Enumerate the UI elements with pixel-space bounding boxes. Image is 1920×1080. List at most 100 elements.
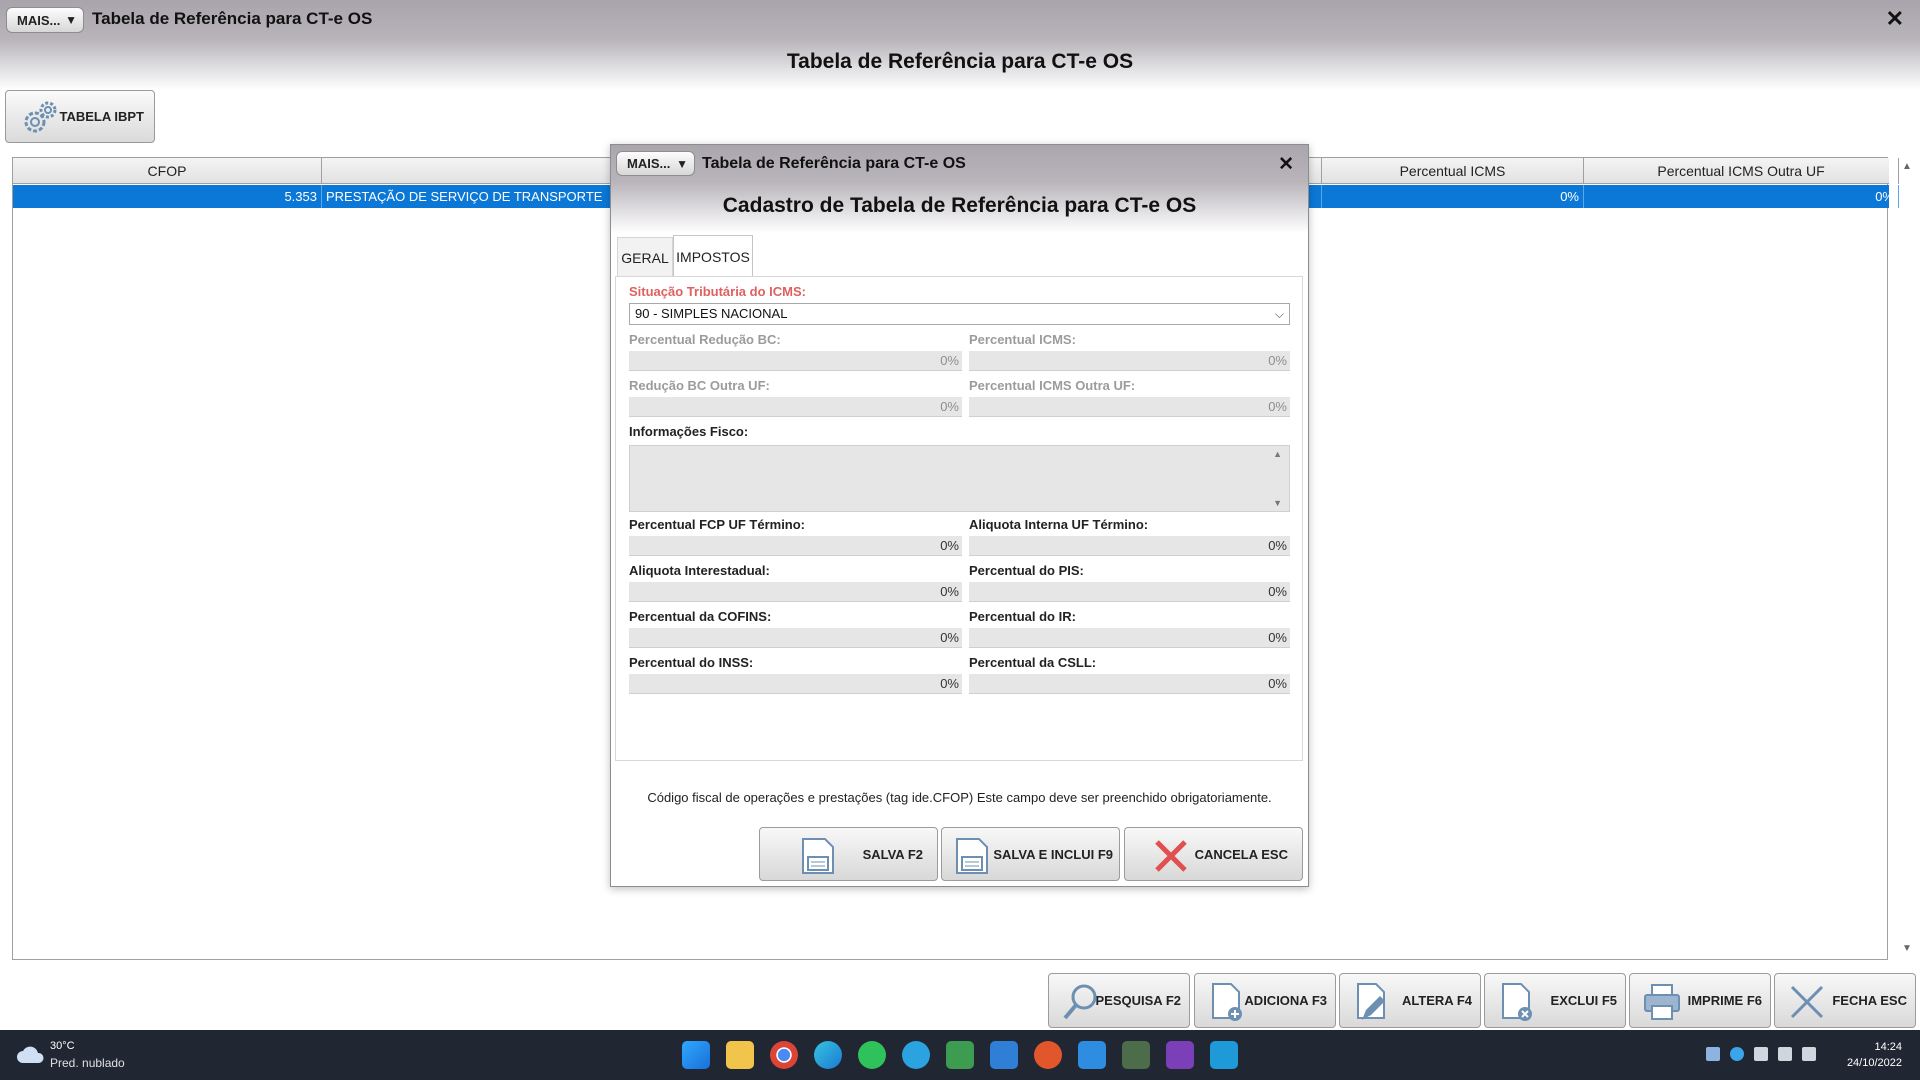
- cancela-label: CANCELA ESC: [1194, 846, 1288, 862]
- window-title: Tabela de Referência para CT-e OS: [92, 9, 373, 28]
- tray-shield-icon[interactable]: [1730, 1047, 1744, 1061]
- cell-percentual-icms: 0%: [1322, 185, 1584, 208]
- tray-battery-icon[interactable]: [1754, 1047, 1768, 1061]
- pesquisa-button[interactable]: PESQUISA F2: [1048, 973, 1190, 1028]
- percentual-cofins-field[interactable]: 0%: [629, 628, 962, 648]
- close-icon: [1790, 985, 1824, 1019]
- add-document-icon: [1212, 983, 1242, 1021]
- situacao-tributaria-value: 90 - SIMPLES NACIONAL: [635, 306, 788, 321]
- aliquota-interna-uf-termino-label: Aliquota Interna UF Término:: [969, 517, 1149, 532]
- percentual-pis-label: Percentual do PIS:: [969, 563, 1084, 578]
- fcp-uf-termino-label: Percentual FCP UF Término:: [629, 517, 806, 532]
- fecha-label: FECHA ESC: [1832, 993, 1907, 1008]
- edge-icon[interactable]: [814, 1041, 842, 1069]
- whatsapp-icon[interactable]: [858, 1041, 886, 1069]
- exclui-label: EXCLUI F5: [1550, 993, 1617, 1008]
- tabela-ibpt-button[interactable]: TABELA IBPT: [5, 90, 155, 143]
- chevron-down-icon[interactable]: ⌵: [1275, 304, 1284, 324]
- media-icon[interactable]: [1166, 1041, 1194, 1069]
- mais-menu-button[interactable]: MAIS... ▼: [6, 7, 84, 33]
- cancela-button[interactable]: CANCELA ESC: [1124, 827, 1303, 881]
- weather-description[interactable]: Pred. nublado: [50, 1056, 125, 1070]
- imprime-button[interactable]: IMPRIME F6: [1629, 973, 1771, 1028]
- caret-down-icon: ▼: [65, 13, 77, 27]
- tray-volume-icon[interactable]: [1802, 1047, 1816, 1061]
- informacoes-fisco-textarea[interactable]: ▲ ▼: [629, 445, 1290, 512]
- save-document-icon: [956, 838, 988, 874]
- window-app-icon[interactable]: [1210, 1041, 1238, 1069]
- reducao-bc-outra-uf-field[interactable]: 0%: [629, 397, 962, 417]
- percentual-cofins-label: Percentual da COFINS:: [629, 609, 772, 624]
- column-header-cfop[interactable]: CFOP: [13, 158, 322, 184]
- notes-icon[interactable]: [1078, 1041, 1106, 1069]
- close-icon[interactable]: ✕: [1886, 6, 1904, 32]
- save-document-icon: [802, 838, 834, 874]
- column-header-percentual-icms-outra-uf[interactable]: Percentual ICMS Outra UF: [1584, 158, 1899, 184]
- cancel-icon: [1155, 840, 1187, 872]
- percentual-icms-outra-uf-field[interactable]: 0%: [969, 397, 1290, 417]
- erp-app-icon[interactable]: [1122, 1041, 1150, 1069]
- salva-e-inclui-label: SALVA E INCLUI F9: [993, 846, 1113, 862]
- percentual-inss-label: Percentual do INSS:: [629, 655, 754, 670]
- informacoes-fisco-label: Informações Fisco:: [629, 424, 749, 439]
- salva-button[interactable]: SALVA F2: [759, 827, 938, 881]
- altera-button[interactable]: ALTERA F4: [1339, 973, 1481, 1028]
- adiciona-button[interactable]: ADICIONA F3: [1194, 973, 1336, 1028]
- exclui-button[interactable]: EXCLUI F5: [1484, 973, 1626, 1028]
- percentual-csll-field[interactable]: 0%: [969, 674, 1290, 694]
- gear-icon: [24, 101, 57, 133]
- scroll-up-icon[interactable]: ▲: [1902, 161, 1912, 172]
- scroll-down-icon[interactable]: ▼: [1902, 943, 1912, 954]
- main-titlebar: MAIS... ▼ Tabela de Referência para CT-e…: [0, 0, 1920, 40]
- percentual-pis-field[interactable]: 0%: [969, 582, 1290, 602]
- reducao-bc-field[interactable]: 0%: [629, 351, 962, 371]
- grid-scrollbar[interactable]: ▲ ▼: [1896, 157, 1920, 960]
- spreadsheet-icon[interactable]: [946, 1041, 974, 1069]
- app-orange-icon[interactable]: [1034, 1041, 1062, 1069]
- salva-e-inclui-button[interactable]: SALVA E INCLUI F9: [941, 827, 1120, 881]
- percentual-icms-outra-uf-label: Percentual ICMS Outra UF:: [969, 378, 1136, 393]
- tray-chevron-icon[interactable]: [1706, 1047, 1720, 1061]
- fecha-button[interactable]: FECHA ESC: [1774, 973, 1916, 1028]
- file-explorer-icon[interactable]: [726, 1041, 754, 1069]
- cloud-icon: [17, 1046, 44, 1063]
- clock-date[interactable]: 24/10/2022: [1847, 1057, 1902, 1069]
- telegram-icon[interactable]: [902, 1041, 930, 1069]
- cell-cfop: 5.353: [13, 185, 322, 208]
- tabela-ibpt-label: TABELA IBPT: [59, 109, 145, 124]
- percentual-ir-field[interactable]: 0%: [969, 628, 1290, 648]
- reducao-bc-label: Percentual Redução BC:: [629, 332, 781, 347]
- mail-icon[interactable]: [990, 1041, 1018, 1069]
- start-icon[interactable]: [682, 1041, 710, 1069]
- chrome-icon[interactable]: [770, 1041, 798, 1069]
- pesquisa-label: PESQUISA F2: [1095, 993, 1181, 1008]
- percentual-inss-field[interactable]: 0%: [629, 674, 962, 694]
- tab-impostos[interactable]: IMPOSTOS: [673, 235, 753, 277]
- dialog-heading: Cadastro de Tabela de Referência para CT…: [722, 194, 1197, 217]
- scroll-down-icon[interactable]: ▼: [1273, 498, 1282, 508]
- dialog-close-icon[interactable]: ✕: [1278, 153, 1294, 176]
- cadastro-dialog: MAIS... ▼ Tabela de Referência para CT-e…: [610, 144, 1309, 887]
- salva-label: SALVA F2: [862, 846, 923, 862]
- dialog-title: Tabela de Referência para CT-e OS: [702, 155, 966, 172]
- aliquota-interestadual-field[interactable]: 0%: [629, 582, 962, 602]
- imprime-label: IMPRIME F6: [1687, 993, 1762, 1008]
- situacao-tributaria-select[interactable]: 90 - SIMPLES NACIONAL ⌵: [629, 303, 1290, 325]
- altera-label: ALTERA F4: [1401, 993, 1472, 1008]
- edit-document-icon: [1357, 983, 1385, 1020]
- reducao-bc-outra-uf-label: Redução BC Outra UF:: [629, 378, 770, 393]
- percentual-csll-label: Percentual da CSLL:: [969, 655, 1097, 670]
- clock-time[interactable]: 14:24: [1874, 1041, 1902, 1053]
- column-header-percentual-icms[interactable]: Percentual ICMS: [1322, 158, 1584, 184]
- fcp-uf-termino-field[interactable]: 0%: [629, 536, 962, 556]
- tray-network-icon[interactable]: [1778, 1047, 1792, 1061]
- percentual-icms-field[interactable]: 0%: [969, 351, 1290, 371]
- caret-down-icon: ▼: [676, 156, 688, 171]
- tab-geral[interactable]: GERAL: [617, 237, 673, 277]
- weather-temperature[interactable]: 30°C: [50, 1040, 75, 1052]
- dialog-mais-menu-button[interactable]: MAIS... ▼: [616, 151, 695, 176]
- percentual-icms-label: Percentual ICMS:: [969, 332, 1076, 347]
- aliquota-interna-uf-termino-field[interactable]: 0%: [969, 536, 1290, 556]
- scroll-up-icon[interactable]: ▲: [1273, 449, 1282, 459]
- dialog-titlebar: MAIS... ▼ Tabela de Referência para CT-e…: [611, 145, 1308, 183]
